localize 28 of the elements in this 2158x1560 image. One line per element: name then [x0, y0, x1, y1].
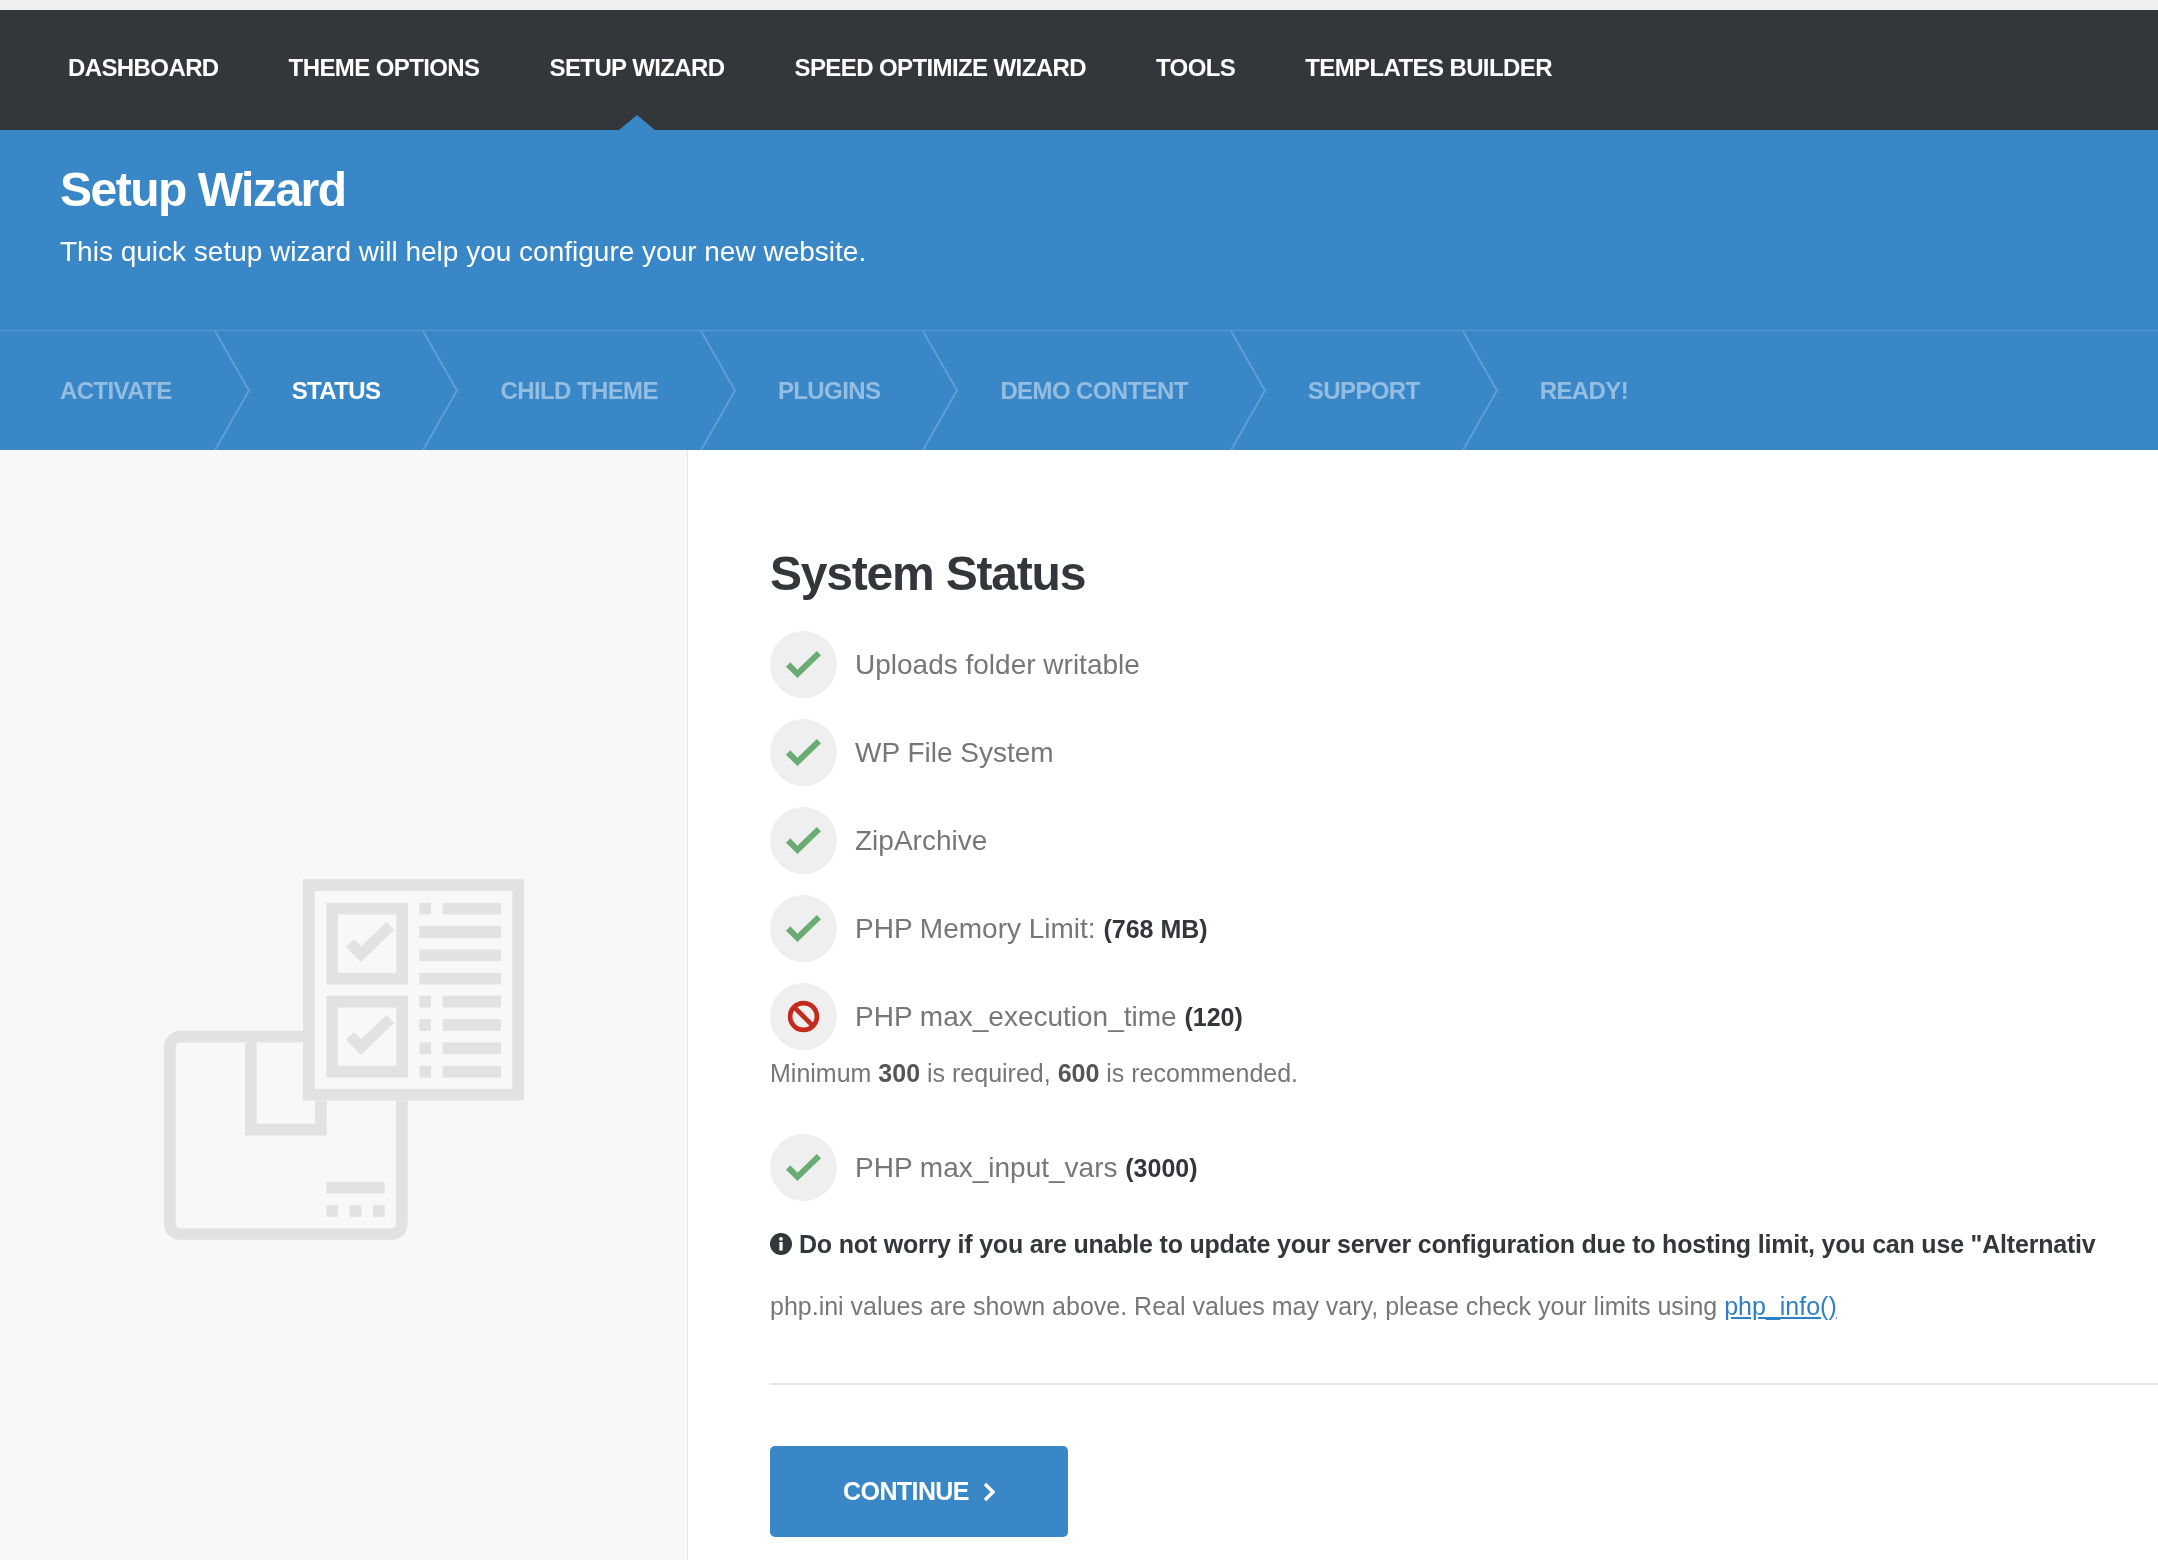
nav-tab[interactable]: SPEED OPTIMIZE WIZARD: [794, 53, 1086, 130]
wizard-step: SUPPORT: [1307, 375, 1420, 406]
check-label: ZipArchive: [855, 823, 988, 858]
info-text: php.ini values are shown above. Real values may vary, please check your limits using php_info(): [770, 1291, 1837, 1321]
nav-tab[interactable]: TEMPLATES BUILDER: [1305, 53, 1552, 130]
page-title: Setup Wizard: [60, 162, 347, 218]
wizard-step: READY!: [1539, 375, 1629, 406]
check-label: PHP max_execution_time (120): [855, 999, 1243, 1034]
requirement-note: Minimum 300 is required, 600 is recommended.: [770, 1058, 1299, 1088]
check-label: PHP Memory Limit: (768 MB): [855, 911, 1208, 946]
section-title: System Status: [770, 546, 1086, 602]
nav-tab[interactable]: THEME OPTIONS: [288, 53, 480, 130]
wizard-step: DEMO CONTENT: [1000, 375, 1188, 406]
chevron-right-icon: [982, 1481, 995, 1502]
check-label: Uploads folder writable: [855, 647, 1140, 682]
nav-tab[interactable]: TOOLS: [1155, 53, 1236, 130]
page-subtitle: This quick setup wizard will help you configure your new website.: [60, 235, 868, 269]
wizard-step: PLUGINS: [777, 375, 881, 406]
check-label: WP File System: [855, 735, 1054, 770]
info-icon: [770, 1233, 792, 1255]
wizard-step: STATUS: [291, 375, 381, 406]
notice-text: Do not worry if you are unable to update your server configuration due to hosting limit, you can use "Alternativ: [799, 1229, 2096, 1259]
continue-button[interactable]: CONTINUE: [770, 1446, 1068, 1537]
wizard-step: ACTIVATE: [60, 375, 172, 406]
nav-tab[interactable]: DASHBOARD: [68, 53, 219, 130]
php-info-link[interactable]: php_info(): [1724, 1292, 1837, 1320]
check-label: PHP max_input_vars (3000): [855, 1150, 1198, 1185]
wizard-step: CHILD THEME: [500, 375, 658, 406]
